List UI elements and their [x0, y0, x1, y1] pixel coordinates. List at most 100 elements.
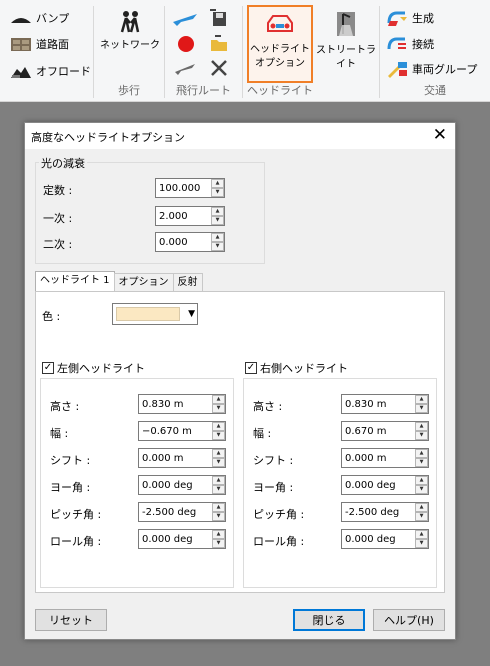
road-surface-icon: [11, 38, 31, 51]
spinner-arrows[interactable]: ▲ ▼: [212, 476, 225, 494]
spinner-arrows[interactable]: ▲ ▼: [211, 179, 224, 197]
reset-button[interactable]: リセット: [35, 609, 107, 631]
right-row-spinner[interactable]: ▲▼: [341, 448, 429, 468]
flight-group-label: 飛行ルート: [176, 84, 231, 97]
linear-spinner[interactable]: ▲▼: [155, 206, 225, 226]
airplane-icon[interactable]: [171, 10, 199, 28]
constant-label: 定数 :: [43, 184, 73, 197]
left-row-spinner[interactable]: ▲▼: [138, 421, 226, 441]
right-row-label: 幅 :: [253, 427, 272, 440]
headlight-options-button[interactable]: ヘッドライトオプション: [247, 5, 313, 83]
left-row-spinner[interactable]: ▲▼: [138, 502, 226, 522]
left-row-label: シフト :: [50, 454, 91, 467]
bump-label: バンプ: [36, 12, 70, 25]
record-icon[interactable]: [176, 34, 196, 54]
right-row-spinner[interactable]: ▲▼: [341, 502, 429, 522]
checkmark-icon[interactable]: ✓: [245, 362, 257, 374]
right-row-label: ヨー角 :: [253, 481, 294, 494]
tab-bar: ヘッドライト 1 オプション 反射: [35, 271, 203, 292]
tab-headlight-1[interactable]: ヘッドライト 1: [35, 271, 115, 292]
ribbon-group-flight: 飛行ルート: [165, 0, 242, 102]
close-icon[interactable]: ✕: [433, 125, 447, 145]
left-row-label: ヨー角 :: [50, 481, 91, 494]
spinner-arrows[interactable]: ▲ ▼: [212, 449, 225, 467]
bump-button[interactable]: バンプ: [10, 10, 69, 26]
constant-spinner[interactable]: ▲▼: [155, 178, 225, 198]
streetlight-icon: [337, 12, 355, 36]
spinner-arrows[interactable]: ▲ ▼: [415, 476, 428, 494]
color-label: 色 :: [42, 310, 61, 323]
spinner-arrows[interactable]: ▲ ▼: [415, 530, 428, 548]
spinner-arrows[interactable]: ▲ ▼: [415, 395, 428, 413]
right-row-spinner[interactable]: ▲▼: [341, 421, 429, 441]
left-row-spinner[interactable]: ▲▼: [138, 529, 226, 549]
spinner-arrows[interactable]: ▲ ▼: [212, 503, 225, 521]
left-row-label: ピッチ角 :: [50, 508, 102, 521]
vehicle-group-icon: [388, 62, 407, 78]
bump-icon: [11, 18, 31, 23]
help-button[interactable]: ヘルプ(H): [373, 609, 445, 631]
close-button[interactable]: 閉じる: [293, 609, 365, 631]
ribbon-group-headlight: ヘッドライトオプション ストリートライト ヘッドライト: [243, 0, 379, 102]
open-folder-icon[interactable]: [209, 34, 229, 54]
streetlight-label: ストリートライト: [316, 45, 376, 70]
ribbon-toolbar: バンプ 道路面 オフロード ネットワーク 歩行 飛行ルート ヘッドライトオプショ…: [0, 0, 490, 102]
right-row-label: ロール角 :: [253, 535, 305, 548]
car-headlight-icon: [267, 15, 293, 32]
network-label: ネットワーク: [100, 40, 160, 51]
left-headlight-checkbox[interactable]: ✓ 左側ヘッドライト: [42, 360, 145, 376]
delete-route-icon[interactable]: [209, 58, 229, 78]
right-row-spinner[interactable]: ▲▼: [341, 475, 429, 495]
spinner-arrows[interactable]: ▲ ▼: [211, 233, 224, 251]
right-row-label: ピッチ角 :: [253, 508, 305, 521]
vehicle-group-label: 車両グループ: [412, 63, 478, 76]
connect-label: 接続: [412, 38, 434, 51]
tab-options[interactable]: オプション: [113, 273, 174, 292]
spinner-arrows[interactable]: ▲ ▼: [211, 207, 224, 225]
connect-traffic-icon: [387, 37, 406, 50]
edit-route-icon[interactable]: [173, 58, 199, 78]
network-button[interactable]: ネットワーク: [100, 10, 160, 53]
generate-button[interactable]: 生成: [386, 9, 434, 27]
ribbon-group-traffic: 生成 接続 車両グループ 交通: [380, 0, 490, 102]
save-route-icon[interactable]: [209, 8, 229, 28]
left-row-spinner[interactable]: ▲▼: [138, 394, 226, 414]
left-row-spinner[interactable]: ▲▼: [138, 448, 226, 468]
headlight-group-label: ヘッドライト: [247, 84, 313, 97]
streetlight-button[interactable]: ストリートライト: [315, 10, 377, 72]
right-row-label: 高さ :: [253, 400, 283, 413]
spinner-arrows[interactable]: ▲ ▼: [212, 395, 225, 413]
color-dropdown[interactable]: ▼: [112, 303, 198, 325]
dialog-titlebar[interactable]: 高度なヘッドライトオプション ✕: [25, 123, 455, 149]
road-surface-button[interactable]: 道路面: [10, 36, 69, 52]
spinner-arrows[interactable]: ▲ ▼: [415, 422, 428, 440]
offroad-button[interactable]: オフロード: [10, 63, 91, 79]
offroad-icon: [11, 67, 31, 78]
attenuation-legend: 光の減衰: [39, 155, 87, 171]
connect-button[interactable]: 接続: [386, 35, 434, 53]
right-headlight-label: 右側ヘッドライト: [260, 362, 348, 375]
right-row-spinner[interactable]: ▲▼: [341, 394, 429, 414]
chevron-down-icon[interactable]: ▼: [188, 306, 195, 322]
checkmark-icon[interactable]: ✓: [42, 362, 54, 374]
offroad-label: オフロード: [36, 65, 91, 78]
generate-label: 生成: [412, 12, 434, 25]
right-headlight-checkbox[interactable]: ✓ 右側ヘッドライト: [245, 360, 348, 376]
left-headlight-label: 左側ヘッドライト: [57, 362, 145, 375]
right-row-spinner[interactable]: ▲▼: [341, 529, 429, 549]
tab-reflection[interactable]: 反射: [172, 273, 203, 292]
advanced-headlight-dialog: 高度なヘッドライトオプション ✕ 光の減衰 定数 : ▲▼ 一次 : ▲▼ 二次…: [24, 122, 456, 640]
ribbon-group-road: バンプ 道路面 オフロード: [0, 0, 92, 102]
spinner-arrows[interactable]: ▲ ▼: [212, 530, 225, 548]
linear-label: 一次 :: [43, 212, 73, 225]
left-row-label: 幅 :: [50, 427, 69, 440]
quadratic-spinner[interactable]: ▲▼: [155, 232, 225, 252]
headlight-options-label: ヘッドライトオプション: [250, 44, 310, 69]
vehicle-group-button[interactable]: 車両グループ: [386, 60, 477, 78]
spinner-arrows[interactable]: ▲ ▼: [415, 449, 428, 467]
left-row-spinner[interactable]: ▲▼: [138, 475, 226, 495]
generate-traffic-icon: [387, 11, 407, 26]
traffic-group-label: 交通: [424, 84, 446, 97]
spinner-arrows[interactable]: ▲ ▼: [415, 503, 428, 521]
spinner-arrows[interactable]: ▲ ▼: [212, 422, 225, 440]
